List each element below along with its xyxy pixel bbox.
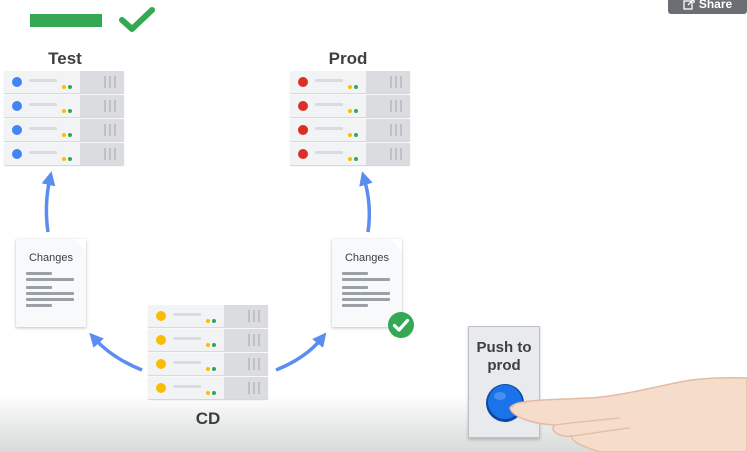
push-label-line1: Push to — [476, 339, 532, 356]
approved-check-icon — [388, 312, 414, 338]
text-line — [342, 292, 390, 295]
text-line — [26, 272, 52, 275]
changes-document-left: Changes — [16, 239, 86, 327]
text-line — [342, 304, 368, 307]
text-line — [26, 278, 74, 281]
arrow-changes-to-prod — [359, 171, 373, 233]
text-line — [342, 286, 368, 289]
pointing-hand-icon — [509, 376, 747, 452]
text-line — [342, 298, 390, 301]
text-line — [26, 298, 74, 301]
arrow-cd-to-right-changes — [275, 332, 327, 372]
text-line — [26, 286, 52, 289]
page-fold — [74, 239, 86, 251]
document-title: Changes — [28, 252, 74, 264]
document-title: Changes — [344, 252, 390, 264]
text-line — [342, 278, 390, 281]
arrow-cd-to-left-changes — [89, 332, 143, 372]
text-line — [26, 304, 52, 307]
text-line — [342, 272, 368, 275]
text-line — [26, 292, 74, 295]
arrow-changes-to-test — [41, 171, 56, 233]
page-fold — [390, 239, 402, 251]
